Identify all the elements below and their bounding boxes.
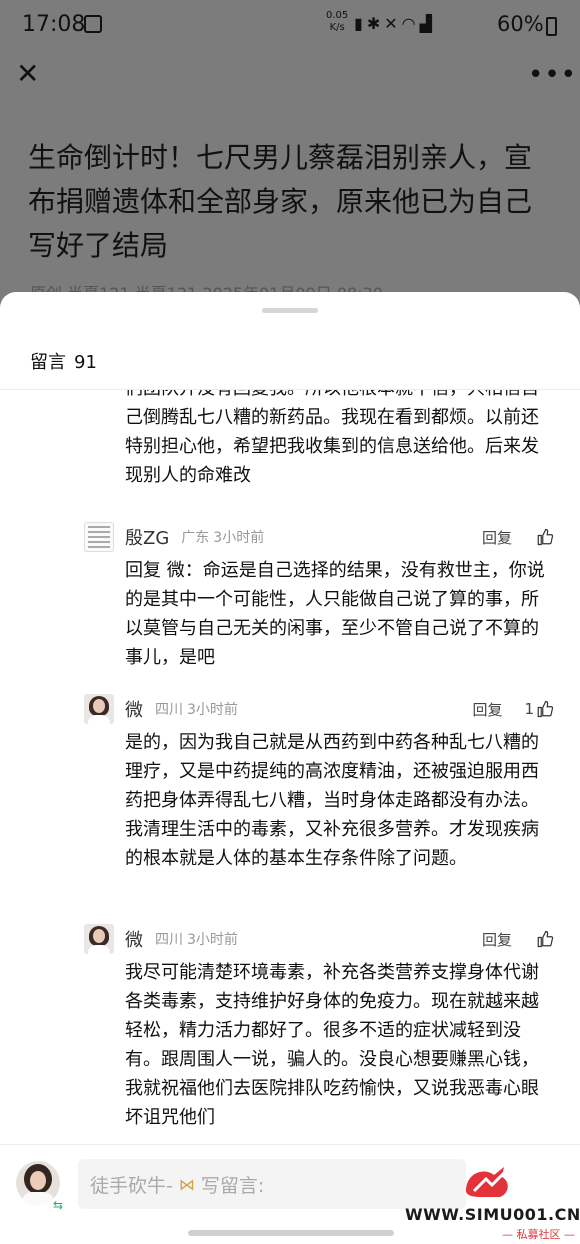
comment-actions: 回复 1 <box>472 694 554 724</box>
comment-text: 我尽可能清楚环境毒素，补充各类营养支撑身体代谢各类毒素，支持维护好身体的免疫力。… <box>125 962 539 1128</box>
gallery-icon <box>84 15 102 33</box>
thumbs-up-icon[interactable] <box>536 700 554 718</box>
comment-input-bar: ⇆ 徒手砍牛- ⋈ 写留言: WWW.SIMU001.CN — 私募社区 — <box>0 1144 580 1244</box>
commenter-name[interactable]: 微 <box>125 926 143 952</box>
article-title: 生命倒计时！七尺男儿蔡磊泪别亲人，宣布捐赠遗体和全部身家，原来他已为自己写好了结… <box>28 141 533 262</box>
comment-header: 殷ZG 广东 3小时前 <box>125 522 264 552</box>
comment-time: 3小时前 <box>187 702 238 718</box>
comment-time: 3小时前 <box>213 530 265 546</box>
input-nickname: 徒手砍牛- <box>90 1174 173 1197</box>
comment-text-truncated: 们团队并没有回复我。所以他根本就不信，只相信自己倒腾乱七八糟的新药品。我现在看到… <box>125 390 539 486</box>
comment-count-header: 留言 91 <box>30 348 97 374</box>
battery-icon <box>546 17 557 36</box>
commenter-location: 四川 <box>155 702 183 718</box>
watermark: WWW.SIMU001.CN — 私募社区 — <box>405 1205 580 1242</box>
watermark-logo <box>460 1161 520 1201</box>
commenter-location: 四川 <box>155 932 183 948</box>
more-options-icon[interactable]: ••• <box>528 60 577 90</box>
comment-text: 回复 微：命运是自己选择的结果，没有救世主，你说的是其中一个可能性，人只能做自己… <box>125 560 545 668</box>
comment-text: 是的，因为我自己就是从西药到中药各种乱七八糟的理疗，又是中药提纯的高浓度精油，还… <box>125 732 539 869</box>
watermark-subtitle: — 私募社区 — <box>502 1228 575 1241</box>
comment-time: 3小时前 <box>187 932 238 948</box>
bluetooth-icon: ✱ <box>366 14 385 33</box>
status-time: 17:08 <box>22 12 86 37</box>
reply-button[interactable]: 回复 <box>482 527 512 548</box>
mute-icon: ✕ <box>384 14 402 33</box>
butterfly-icon: ⋈ <box>178 1174 195 1194</box>
avatar[interactable] <box>84 924 114 954</box>
commenter-location: 广东 <box>181 530 210 546</box>
comment-header: 微 四川 3小时前 <box>125 694 238 724</box>
like-count: 1 <box>524 700 534 718</box>
network-speed: 0.05 K/s <box>326 10 348 34</box>
comment-actions: 回复 <box>482 522 554 552</box>
speed-value: 0.05 <box>326 10 349 21</box>
reply-button[interactable]: 回复 <box>482 929 512 950</box>
reply-button[interactable]: 回复 <box>472 699 502 720</box>
comments-count: 91 <box>74 352 97 373</box>
drag-handle[interactable] <box>262 308 318 313</box>
status-icons: ▮✱✕◠▟ <box>354 14 436 33</box>
home-indicator[interactable] <box>188 1230 394 1236</box>
wifi-icon: ◠ <box>401 14 420 33</box>
message-icon: ▮ <box>354 14 367 33</box>
commenter-name[interactable]: 殷ZG <box>125 524 169 550</box>
close-icon[interactable]: ✕ <box>16 60 40 88</box>
avatar[interactable] <box>84 694 114 724</box>
speed-unit: K/s <box>329 22 345 33</box>
comment-actions: 回复 <box>482 924 554 954</box>
comment-input[interactable]: 徒手砍牛- ⋈ 写留言: <box>78 1159 466 1209</box>
commenter-name[interactable]: 微 <box>125 696 143 722</box>
comments-label: 留言 <box>30 352 66 373</box>
switch-account-icon[interactable]: ⇆ <box>50 1197 66 1213</box>
signal-icon: ▟ <box>419 14 436 33</box>
thumbs-up-icon[interactable] <box>536 528 554 546</box>
battery-level: 60% <box>497 12 544 36</box>
status-bar: 17:08 0.05 K/s ▮✱✕◠▟ 60% <box>0 0 580 52</box>
thumbs-up-icon[interactable] <box>536 930 554 948</box>
input-placeholder: 写留言: <box>200 1174 265 1197</box>
watermark-url: WWW.SIMU001.CN <box>405 1205 580 1224</box>
avatar[interactable] <box>84 522 114 552</box>
comment-list[interactable]: 们团队并没有回复我。所以他根本就不信，只相信自己倒腾乱七八糟的新药品。我现在看到… <box>0 390 580 1142</box>
comment-header: 微 四川 3小时前 <box>125 924 238 954</box>
comment-sheet: 留言 91 们团队并没有回复我。所以他根本就不信，只相信自己倒腾乱七八糟的新药品。… <box>0 292 580 1244</box>
